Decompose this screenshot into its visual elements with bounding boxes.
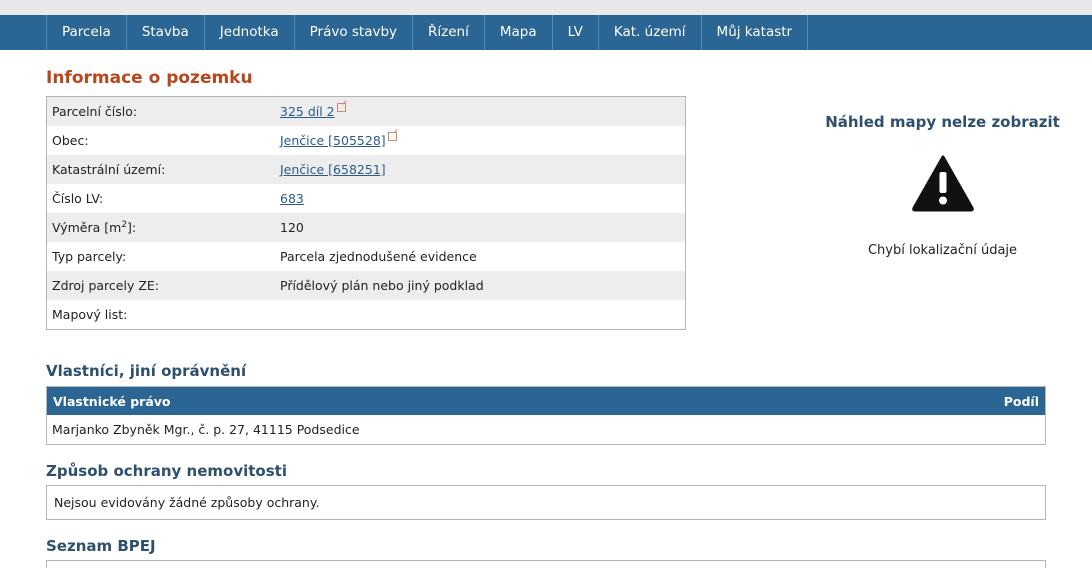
value-zdroj-parcely: Přídělový plán nebo jiný podklad — [280, 278, 484, 293]
row-mapovy-list: Mapový list: — [47, 300, 685, 329]
value-obec: Jenčice [505528] — [280, 132, 685, 148]
owners-table: Vlastnické právo Podíl Marjanko Zbyněk M… — [46, 386, 1046, 445]
main-navbar: Parcela Stavba Jednotka Právo stavby Říz… — [0, 15, 1092, 50]
browser-top-strip — [0, 0, 1092, 15]
protection-heading: Způsob ochrany nemovitosti — [46, 462, 287, 480]
row-obec: Obec: Jenčice [505528] — [47, 126, 685, 155]
external-link-icon[interactable] — [336, 103, 346, 112]
nav-item-muj-katastr[interactable]: Můj katastr — [702, 15, 809, 50]
label-katastralni-uzemi: Katastrální území: — [52, 162, 166, 177]
parcelni-cislo-link[interactable]: 325 díl 2 — [280, 104, 335, 119]
label-vymera-suffix: ]: — [127, 220, 137, 236]
label-typ-parcely: Typ parcely: — [52, 249, 127, 264]
nav-item-mapa[interactable]: Mapa — [485, 15, 553, 50]
katastralni-uzemi-link[interactable]: Jenčice [658251] — [280, 162, 386, 177]
label-vymera: Výměra [m2]: — [47, 220, 280, 235]
value-vymera: 120 — [280, 220, 304, 235]
label-zdroj-parcely: Zdroj parcely ZE: — [52, 278, 159, 293]
map-preview-message: Chybí lokalizační údaje — [867, 243, 1018, 258]
row-zdroj-parcely: Zdroj parcely ZE: Přídělový plán nebo ji… — [47, 271, 685, 300]
value-typ-parcely: Parcela zjednodušené evidence — [280, 249, 477, 264]
label-parcelni-cislo: Parcelní číslo: — [52, 104, 138, 119]
obec-link[interactable]: Jenčice [505528] — [280, 133, 386, 148]
row-parcelni-cislo: Parcelní číslo: 325 díl 2 — [47, 97, 685, 126]
row-cislo-lv: Číslo LV: 683 — [47, 184, 685, 213]
label-mapovy-list: Mapový list: — [52, 307, 128, 322]
column-header-podil: Podíl — [1003, 393, 1039, 409]
cislo-lv-link[interactable]: 683 — [280, 191, 304, 206]
nav-list: Parcela Stavba Jednotka Právo stavby Říz… — [46, 15, 809, 50]
nav-item-parcela[interactable]: Parcela — [47, 15, 127, 50]
page-title: Informace o pozemku — [46, 68, 253, 88]
owners-heading: Vlastníci, jiní oprávnění — [46, 362, 247, 380]
bpej-heading: Seznam BPEJ — [46, 537, 156, 555]
warning-triangle-icon — [911, 154, 975, 212]
column-header-vlastnicke-pravo: Vlastnické právo — [53, 393, 171, 409]
row-typ-parcely: Typ parcely: Parcela zjednodušené eviden… — [47, 242, 685, 271]
label-obec: Obec: — [52, 133, 89, 148]
label-cislo-lv: Číslo LV: — [52, 191, 104, 206]
nav-item-lv[interactable]: LV — [553, 15, 599, 50]
nav-item-kat-uzemi[interactable]: Kat. území — [599, 15, 702, 50]
owner-name: Marjanko Zbyněk Mgr., č. p. 27, 41115 Po… — [52, 422, 360, 437]
row-vymera: Výměra [m2]: 120 — [47, 213, 685, 242]
nav-item-stavba[interactable]: Stavba — [127, 15, 205, 50]
owners-table-header: Vlastnické právo Podíl — [47, 387, 1045, 415]
external-link-icon[interactable] — [387, 132, 397, 141]
parcel-info-table: Parcelní číslo: 325 díl 2 Obec: Jenčice … — [46, 96, 686, 330]
nav-item-rizeni[interactable]: Řízení — [413, 15, 485, 50]
row-katastralni-uzemi: Katastrální území: Jenčice [658251] — [47, 155, 685, 184]
value-cislo-lv: 683 — [280, 191, 685, 206]
label-vymera-prefix: Výměra [m — [52, 220, 122, 236]
bpej-box — [46, 560, 1046, 568]
protection-box: Nejsou evidovány žádné způsoby ochrany. — [46, 485, 1046, 520]
map-preview-title: Náhled mapy nelze zobrazit — [825, 113, 1060, 131]
nav-item-jednotka[interactable]: Jednotka — [205, 15, 295, 50]
value-parcelni-cislo: 325 díl 2 — [280, 103, 685, 119]
value-katastralni-uzemi: Jenčice [658251] — [280, 162, 685, 177]
protection-text: Nejsou evidovány žádné způsoby ochrany. — [54, 495, 320, 510]
nav-item-pravo-stavby[interactable]: Právo stavby — [295, 15, 414, 50]
table-row: Marjanko Zbyněk Mgr., č. p. 27, 41115 Po… — [47, 415, 1045, 444]
